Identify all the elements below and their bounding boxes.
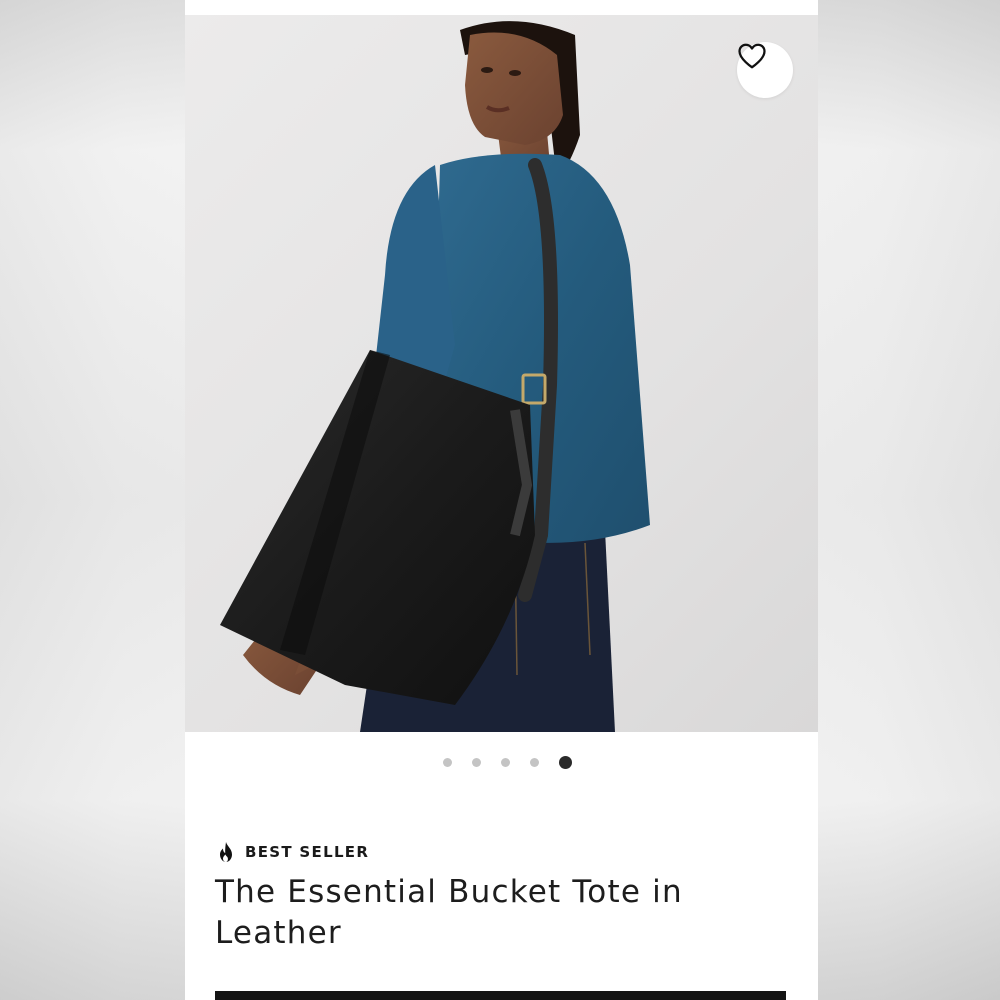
product-image[interactable] bbox=[185, 15, 818, 732]
carousel-dot-2[interactable] bbox=[472, 757, 481, 767]
carousel-dot-1[interactable] bbox=[443, 757, 452, 767]
product-page: BEST SELLER The Essential Bucket Tote in… bbox=[185, 0, 818, 1000]
carousel-dot-3[interactable] bbox=[501, 757, 510, 767]
best-seller-badge: BEST SELLER bbox=[217, 840, 369, 864]
carousel-dot-5-active[interactable] bbox=[559, 755, 572, 769]
carousel-indicators bbox=[185, 754, 818, 770]
product-photo bbox=[220, 21, 650, 732]
background-blur-left bbox=[0, 0, 185, 1000]
badge-label: BEST SELLER bbox=[245, 843, 370, 861]
background-blur-right bbox=[815, 0, 1000, 1000]
flame-icon bbox=[220, 842, 232, 862]
product-title: The Essential Bucket Tote in Leather bbox=[215, 874, 683, 951]
heart-outline-icon bbox=[738, 43, 766, 69]
add-to-bag-button[interactable] bbox=[215, 991, 786, 1000]
carousel-dot-4[interactable] bbox=[530, 757, 539, 767]
favorite-button[interactable] bbox=[737, 42, 793, 98]
